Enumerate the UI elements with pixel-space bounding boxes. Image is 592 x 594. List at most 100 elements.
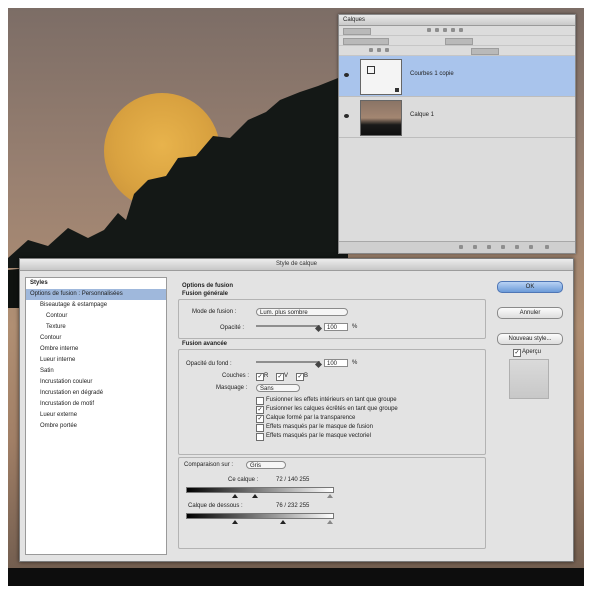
ok-button[interactable]: OK — [497, 281, 563, 293]
fill-opacity-slider[interactable] — [256, 361, 320, 363]
layer-thumbnail — [360, 100, 402, 136]
blend-mode-select[interactable]: Lum. plus sombre — [256, 308, 348, 316]
layers-toolbar-row-2 — [339, 36, 575, 46]
channel-r-label: R — [264, 373, 269, 379]
knockout-label: Masquage : — [216, 385, 248, 391]
this-layer-black-split-handle[interactable] — [252, 494, 258, 498]
underlying-layer-label: Calque de dessous : — [188, 503, 243, 509]
adjustment-curves-icon — [367, 66, 375, 74]
general-blending-group — [178, 299, 486, 339]
styles-list-item[interactable]: Options de fusion : Personnalisées — [26, 289, 166, 300]
layer-mask-hides-effects-checkbox[interactable] — [256, 424, 264, 432]
layer-blend-mode-select[interactable] — [343, 38, 389, 45]
lock-position-icon[interactable] — [377, 48, 381, 52]
layer-name[interactable]: Calque 1 — [410, 112, 434, 118]
preview-checkbox[interactable]: ✓ — [513, 349, 521, 357]
channel-b-checkbox[interactable]: ✓ — [296, 373, 304, 381]
this-layer-white-handle[interactable] — [327, 494, 333, 498]
blend-mode-label: Mode de fusion : — [192, 309, 237, 315]
blend-if-select[interactable]: Gris — [246, 461, 286, 469]
blend-interior-effects-checkbox[interactable] — [256, 397, 264, 405]
vector-mask-hides-effects-label: Effets masqués par le masque vectoriel — [266, 433, 371, 439]
new-style-button[interactable]: Nouveau style... — [497, 333, 563, 345]
new-adjustment-icon[interactable] — [501, 245, 505, 249]
add-style-icon[interactable] — [473, 245, 477, 249]
this-layer-label: Ce calque : — [228, 477, 259, 483]
dialog-title: Style de calque — [20, 259, 573, 271]
styles-list-item[interactable]: Incrustation couleur — [26, 377, 166, 388]
style-preview-swatch — [509, 359, 549, 399]
vector-mask-hides-effects-checkbox[interactable] — [256, 433, 264, 441]
styles-list-item[interactable]: Contour — [26, 311, 166, 322]
fill-opacity-unit: % — [352, 360, 358, 366]
layer-row-calque-1[interactable]: Calque 1 — [339, 97, 575, 138]
layers-panel-footer — [339, 241, 575, 253]
layer-row-curves[interactable]: Courbes 1 copie — [339, 56, 575, 97]
channel-b-label: B — [304, 373, 309, 379]
layers-toolbar-row-3 — [339, 46, 575, 56]
styles-list-item[interactable]: Biseautage & estampage — [26, 300, 166, 311]
visibility-eye-icon[interactable] — [344, 73, 349, 77]
layers-toolbar-row-1 — [339, 26, 575, 36]
blending-options-panel: Options de fusion Fusion générale Mode d… — [172, 277, 490, 553]
section-title: Options de fusion — [182, 283, 233, 289]
this-layer-values: 72 / 140 255 — [276, 477, 310, 483]
layer-fill-field[interactable] — [471, 48, 499, 55]
styles-list-item[interactable]: Lueur externe — [26, 410, 166, 421]
opacity-slider[interactable] — [256, 325, 320, 327]
cancel-button[interactable]: Annuler — [497, 307, 563, 319]
styles-list-item[interactable]: Incrustation en dégradé — [26, 388, 166, 399]
photo-bottom-strip — [8, 568, 584, 586]
layers-panel-title[interactable]: Calques — [339, 15, 575, 26]
opacity-unit: % — [352, 324, 358, 330]
layer-opacity-field[interactable] — [445, 38, 473, 45]
styles-list-item[interactable]: Incrustation de motif — [26, 399, 166, 410]
blend-if-label: Comparaison sur : — [184, 462, 234, 468]
this-layer-black-split-handle[interactable] — [232, 494, 238, 498]
channel-r-checkbox[interactable]: ✓ — [256, 373, 264, 381]
styles-list-item[interactable]: Lueur interne — [26, 355, 166, 366]
this-layer-gradient-bar[interactable] — [186, 487, 334, 493]
lock-pixels-icon[interactable] — [369, 48, 373, 52]
styles-list-item[interactable]: Texture — [26, 322, 166, 333]
add-mask-icon[interactable] — [487, 245, 491, 249]
opacity-label: Opacité : — [220, 325, 245, 331]
layer-mask-icon — [395, 88, 399, 92]
filter-smart-icon[interactable] — [459, 28, 463, 32]
layer-thumbnail — [360, 59, 402, 95]
styles-list-item[interactable]: Contour — [26, 333, 166, 344]
layer-filter-select[interactable] — [343, 28, 371, 35]
layer-mask-hides-effects-label: Effets masqués par le masque de fusion — [266, 424, 373, 430]
styles-list-item[interactable]: Styles — [26, 278, 166, 289]
underlying-layer-white-handle[interactable] — [327, 520, 333, 524]
filter-type-icon[interactable] — [443, 28, 447, 32]
filter-shape-icon[interactable] — [451, 28, 455, 32]
styles-list-item[interactable]: Ombre interne — [26, 344, 166, 355]
filter-adjustment-icon[interactable] — [435, 28, 439, 32]
preview-label: Aperçu — [522, 349, 542, 355]
underlying-layer-black-split-handle[interactable] — [280, 520, 286, 524]
styles-list-item[interactable]: Satin — [26, 366, 166, 377]
underlying-layer-gradient-bar[interactable] — [186, 513, 334, 519]
underlying-layer-values: 76 / 232 255 — [276, 503, 310, 509]
blend-interior-effects-label: Fusionner les effets intérieurs en tant … — [266, 397, 397, 403]
channel-v-checkbox[interactable]: ✓ — [276, 373, 284, 381]
lock-all-icon[interactable] — [385, 48, 389, 52]
delete-layer-icon[interactable] — [545, 245, 549, 249]
visibility-eye-icon[interactable] — [344, 114, 349, 118]
fill-opacity-label: Opacité du fond : — [186, 361, 232, 367]
knockout-select[interactable]: Sans — [256, 384, 300, 392]
link-layers-icon[interactable] — [459, 245, 463, 249]
new-layer-icon[interactable] — [529, 245, 533, 249]
underlying-layer-black-split-handle[interactable] — [232, 520, 238, 524]
blend-clipped-layers-checkbox[interactable]: ✓ — [256, 406, 264, 414]
transparency-shapes-layer-checkbox[interactable]: ✓ — [256, 415, 264, 423]
new-group-icon[interactable] — [515, 245, 519, 249]
fill-opacity-field[interactable]: 100 — [324, 359, 348, 367]
opacity-field[interactable]: 100 — [324, 323, 348, 331]
layer-style-dialog: Style de calque Styles Options de fusion… — [19, 258, 574, 562]
styles-list-item[interactable]: Ombre portée — [26, 421, 166, 432]
layer-name[interactable]: Courbes 1 copie — [410, 71, 454, 77]
general-blending-title: Fusion générale — [182, 291, 229, 297]
filter-pixel-icon[interactable] — [427, 28, 431, 32]
